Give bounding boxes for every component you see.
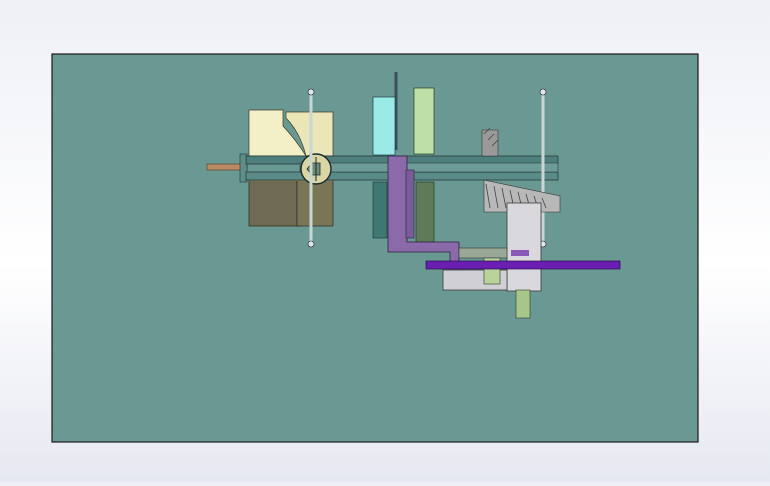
graphics-viewport[interactable] [0,0,770,482]
shaft-coupling[interactable] [300,153,332,185]
model-canvas[interactable] [0,0,770,482]
